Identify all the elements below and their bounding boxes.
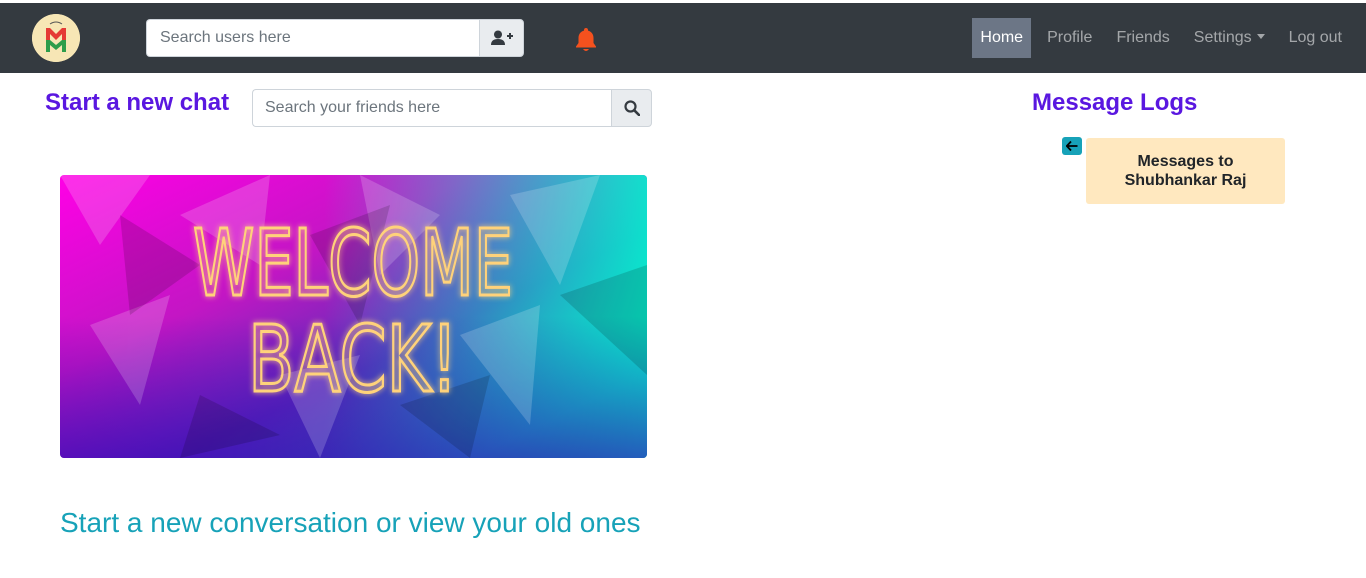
message-log-card[interactable]: Messages to Shubhankar Raj <box>1086 138 1285 204</box>
navbar: Home Profile Friends Settings Log out <box>0 3 1366 73</box>
nav-settings-dropdown[interactable]: Settings <box>1182 18 1277 58</box>
back-button[interactable] <box>1062 137 1082 155</box>
message-log-card-text: Messages to Shubhankar Raj <box>1124 153 1247 189</box>
user-search-input[interactable] <box>146 19 479 57</box>
welcome-banner: WELCOME BACK! <box>60 175 647 458</box>
friend-search-input[interactable] <box>252 89 611 127</box>
brand-logo[interactable] <box>32 14 80 62</box>
welcome-text-line2: BACK! <box>248 306 458 413</box>
logo-m-icon <box>32 14 80 62</box>
nav-profile[interactable]: Profile <box>1035 18 1104 58</box>
chat-subtitle: Start a new conversation or view your ol… <box>60 507 641 538</box>
arrow-left-icon <box>1066 141 1078 151</box>
nav-settings-label: Settings <box>1193 29 1252 46</box>
friend-search-button[interactable] <box>611 89 652 127</box>
nav-logout[interactable]: Log out <box>1277 18 1354 58</box>
notification-bell[interactable] <box>574 27 598 53</box>
caret-down-icon <box>1256 34 1265 40</box>
nav-home[interactable]: Home <box>972 18 1032 58</box>
add-user-button[interactable] <box>479 19 524 57</box>
nav-friends[interactable]: Friends <box>1104 18 1181 58</box>
start-chat-title: Start a new chat <box>45 89 230 116</box>
user-search-group <box>146 19 524 57</box>
welcome-text-line1: WELCOME <box>193 210 513 317</box>
search-icon <box>623 100 640 116</box>
nav-links: Home Profile Friends Settings Log out <box>972 18 1354 58</box>
user-plus-icon <box>490 30 513 45</box>
friend-search-group <box>252 89 652 127</box>
message-logs-title: Message Logs <box>1032 89 1198 116</box>
bell-icon <box>576 28 596 51</box>
